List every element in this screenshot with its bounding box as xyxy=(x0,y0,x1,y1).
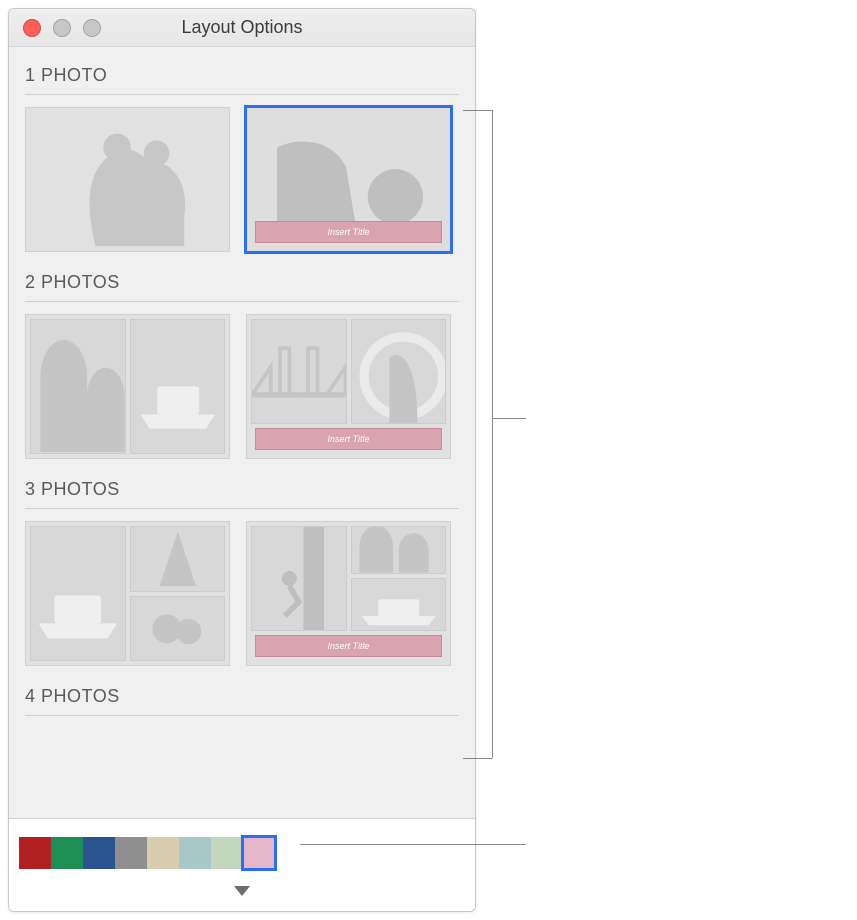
callout-line xyxy=(492,110,493,758)
ship-icon xyxy=(31,527,125,660)
color-swatch[interactable] xyxy=(147,837,179,869)
color-swatch[interactable] xyxy=(179,837,211,869)
thumb-row-3: Insert Title xyxy=(9,521,475,676)
expand-button[interactable] xyxy=(17,883,467,907)
color-swatch[interactable] xyxy=(19,837,51,869)
photo-slot xyxy=(30,319,126,454)
color-swatch[interactable] xyxy=(115,837,147,869)
photo-slot xyxy=(130,319,226,454)
callout-line xyxy=(492,418,526,419)
bridge-icon xyxy=(252,320,346,423)
color-swatch[interactable] xyxy=(83,837,115,869)
arches-icon xyxy=(31,320,125,453)
divider xyxy=(25,94,459,95)
thumb-row-1: Insert Title xyxy=(9,107,475,262)
callout-line xyxy=(300,844,526,845)
people-icon xyxy=(131,597,225,661)
chevron-down-icon xyxy=(234,886,250,896)
layout-thumb-2a[interactable] xyxy=(25,314,230,459)
caption-bar: Insert Title xyxy=(255,635,442,657)
layout-thumb-2b[interactable]: Insert Title xyxy=(246,314,451,459)
section-title-3-photos: 3 PHOTOS xyxy=(9,469,475,508)
section-title-1-photo: 1 PHOTO xyxy=(9,55,475,94)
divider xyxy=(25,301,459,302)
callout-line xyxy=(463,758,492,759)
climber-icon xyxy=(252,527,346,630)
layout-thumb-3a[interactable] xyxy=(25,521,230,666)
caption-bar: Insert Title xyxy=(255,221,442,243)
layout-thumb-3b[interactable]: Insert Title xyxy=(246,521,451,666)
color-swatch[interactable] xyxy=(211,837,243,869)
minimize-icon[interactable] xyxy=(53,19,71,37)
bottom-panel xyxy=(9,818,475,911)
tower-icon xyxy=(131,527,225,591)
arches-icon xyxy=(352,527,446,573)
titlebar: Layout Options xyxy=(9,9,475,47)
photo-slot xyxy=(30,526,126,661)
divider xyxy=(25,508,459,509)
window-controls xyxy=(23,19,101,37)
divider xyxy=(25,715,459,716)
section-title-4-photos: 4 PHOTOS xyxy=(9,676,475,715)
color-swatch[interactable] xyxy=(243,837,275,869)
photo-slot xyxy=(251,319,347,424)
color-swatches xyxy=(19,837,275,869)
close-icon[interactable] xyxy=(23,19,41,37)
thumb-illustration-icon xyxy=(26,108,229,251)
layout-thumb-1b[interactable]: Insert Title xyxy=(246,107,451,252)
photo-slot xyxy=(130,526,226,592)
layout-list[interactable]: 1 PHOTO Insert Title 2 PHO xyxy=(9,47,475,818)
caption-bar: Insert Title xyxy=(255,428,442,450)
photo-slot xyxy=(351,526,447,574)
maximize-icon[interactable] xyxy=(83,19,101,37)
layout-options-window: Layout Options 1 PHOTO Insert T xyxy=(8,8,476,912)
photo-slot xyxy=(130,596,226,662)
ship-icon xyxy=(131,320,225,453)
ship-icon xyxy=(352,579,446,630)
section-title-2-photos: 2 PHOTOS xyxy=(9,262,475,301)
color-swatch[interactable] xyxy=(51,837,83,869)
sport-icon xyxy=(352,320,446,423)
photo-slot xyxy=(351,319,447,424)
thumb-row-2: Insert Title xyxy=(9,314,475,469)
photo-slot xyxy=(351,578,447,631)
layout-thumb-1a[interactable] xyxy=(25,107,230,252)
callout-line xyxy=(463,110,492,111)
photo-slot xyxy=(251,526,347,631)
